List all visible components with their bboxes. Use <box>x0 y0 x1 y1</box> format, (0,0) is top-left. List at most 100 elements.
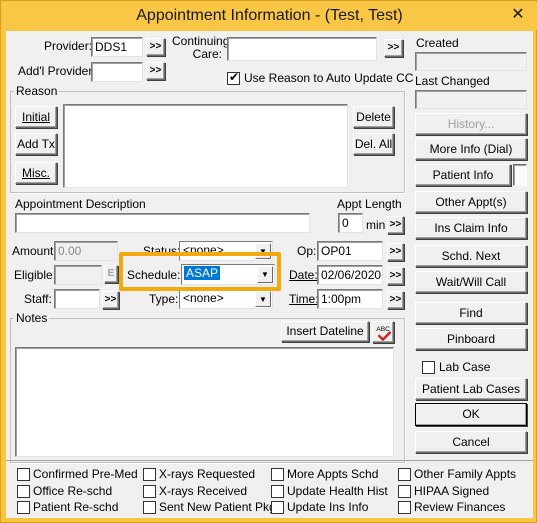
ins-claim-info-button[interactable]: Ins Claim Info <box>415 217 527 239</box>
more-appts-schd-checkbox[interactable] <box>271 468 284 481</box>
appt-length-field[interactable]: 0 <box>338 213 363 233</box>
eligibility-icon[interactable]: E <box>104 265 118 283</box>
op-label: Op: <box>297 244 317 258</box>
x-rays-requested-checkbox[interactable] <box>143 468 156 481</box>
insert-dateline-button[interactable]: Insert Dateline <box>281 321 369 342</box>
amount-field: 0.00 <box>54 241 118 261</box>
continuing-care-label: Continuing Care: <box>172 35 229 61</box>
x-rays-received-checkbox[interactable] <box>143 485 156 498</box>
reason-list[interactable] <box>63 104 348 188</box>
date-label: Date: <box>289 268 318 282</box>
dialog-client: Provider: DDS1 >> Add'l Provider: >> Con… <box>6 31 533 518</box>
continuing-care-lookup-button[interactable]: >> <box>384 39 403 57</box>
confirmed-pre-med-label: Confirmed Pre-Med <box>33 467 138 481</box>
spell-check-glyph: ABC <box>376 326 390 333</box>
type-dropdown[interactable]: <none> ▼ <box>179 289 273 309</box>
time-lookup-button[interactable]: >> <box>387 291 404 309</box>
update-ins-info-checkbox[interactable] <box>271 501 284 514</box>
lab-case-checkbox[interactable] <box>422 361 435 374</box>
other-family-appts-label: Other Family Appts <box>414 467 517 481</box>
delete-button[interactable]: Delete <box>353 106 394 128</box>
confirmed-pre-med-checkbox[interactable] <box>17 468 30 481</box>
eligible-field <box>54 265 102 285</box>
review-finances-checkbox[interactable] <box>398 501 411 514</box>
del-all-button[interactable]: Del. All <box>353 133 394 155</box>
patient-info-toggle[interactable] <box>513 164 527 186</box>
type-label: Type: <box>149 292 179 306</box>
time-field[interactable]: 1:00pm <box>317 289 383 309</box>
date-lookup-button[interactable]: >> <box>387 267 404 285</box>
office-re-schd-checkbox[interactable] <box>17 485 30 498</box>
addl-provider-lookup-button[interactable]: >> <box>146 62 165 80</box>
office-re-schd-label: Office Re-schd <box>33 484 113 498</box>
ok-button[interactable]: OK <box>415 403 527 426</box>
staff-field[interactable] <box>54 289 100 309</box>
sent-new-patient-pkg-checkbox[interactable] <box>143 501 156 514</box>
history-button[interactable]: History... <box>415 113 527 135</box>
initial-button[interactable]: Initial <box>15 106 57 128</box>
provider-lookup-button[interactable]: >> <box>146 38 165 56</box>
appt-description-label: Appointment Description <box>15 197 146 211</box>
appt-length-button[interactable]: >> <box>387 216 404 234</box>
last-changed-field <box>415 90 527 109</box>
review-finances-label: Review Finances <box>414 500 506 514</box>
addl-provider-field[interactable] <box>91 62 143 82</box>
appointment-window: Appointment Information - (Test, Test) ✕… <box>0 0 537 523</box>
patient-re-schd-checkbox[interactable] <box>17 501 30 514</box>
amount-label: Amount: <box>12 244 57 258</box>
update-ins-info-label: Update Ins Info <box>287 500 369 514</box>
date-label-text: Date: <box>289 268 318 282</box>
continuing-care-label-line1: Continuing <box>172 34 230 48</box>
lab-case-label: Lab Case <box>439 360 491 374</box>
spell-check-icon: ABC <box>376 326 392 342</box>
more-appts-schd-label: More Appts Schd <box>287 467 379 481</box>
x-rays-requested-label: X-rays Requested <box>159 467 256 481</box>
type-chevron-down-icon[interactable]: ▼ <box>255 291 271 307</box>
staff-lookup-button[interactable]: >> <box>102 291 119 309</box>
more-info-button[interactable]: More Info (Dial) <box>415 138 527 160</box>
initial-label: Initial <box>21 110 50 124</box>
cancel-button[interactable]: Cancel <box>415 431 527 453</box>
schd-next-button[interactable]: Schd. Next <box>415 245 527 267</box>
patient-info-button[interactable]: Patient Info <box>415 164 511 186</box>
continuing-care-field[interactable] <box>227 37 377 61</box>
wait-will-call-button[interactable]: Wait/Will Call <box>415 271 527 293</box>
provider-field[interactable]: DDS1 <box>91 37 143 57</box>
use-reason-checkbox[interactable] <box>227 70 240 85</box>
notes-group-title: Notes <box>14 311 50 325</box>
op-field[interactable]: OP01 <box>317 241 383 261</box>
other-appts-button[interactable]: Other Appt(s) <box>415 191 527 213</box>
reason-group-title: Reason <box>14 84 60 98</box>
appt-description-field[interactable] <box>15 213 310 233</box>
pinboard-button[interactable]: Pinboard <box>415 328 527 350</box>
time-label: Time: <box>289 292 319 306</box>
continuing-care-label-line2: Care: <box>192 47 222 61</box>
patient-lab-cases-button[interactable]: Patient Lab Cases <box>415 378 527 400</box>
created-field <box>415 52 527 71</box>
eligible-label: Eligible: <box>14 268 57 282</box>
title-bar[interactable]: Appointment Information - (Test, Test) ✕ <box>2 2 537 30</box>
appt-length-unit: min <box>366 218 386 232</box>
created-label: Created <box>416 36 459 50</box>
misc-button[interactable]: Misc. <box>15 162 57 184</box>
staff-label: Staff: <box>24 292 52 306</box>
add-tx-button[interactable]: Add Tx <box>15 133 57 155</box>
patient-re-schd-label: Patient Re-schd <box>33 500 119 514</box>
other-family-appts-checkbox[interactable] <box>398 468 411 481</box>
notes-textarea[interactable] <box>15 347 394 457</box>
hipaa-signed-checkbox[interactable] <box>398 485 411 498</box>
date-field[interactable]: 02/06/2020 <box>317 265 383 285</box>
close-button[interactable]: ✕ <box>505 4 531 26</box>
hipaa-signed-label: HIPAA Signed <box>414 484 490 498</box>
type-value: <none> <box>183 291 224 305</box>
time-label-text: Time: <box>289 292 319 306</box>
bottom-separator <box>6 460 533 461</box>
spell-check-button[interactable]: ABC <box>372 321 394 343</box>
last-changed-label: Last Changed <box>415 74 490 88</box>
update-health-hist-checkbox[interactable] <box>271 485 284 498</box>
find-button[interactable]: Find <box>415 302 527 324</box>
provider-label: Provider: <box>44 39 93 53</box>
update-health-hist-label: Update Health Hist <box>287 484 388 498</box>
op-lookup-button[interactable]: >> <box>387 243 404 261</box>
x-rays-received-label: X-rays Received <box>159 484 248 498</box>
